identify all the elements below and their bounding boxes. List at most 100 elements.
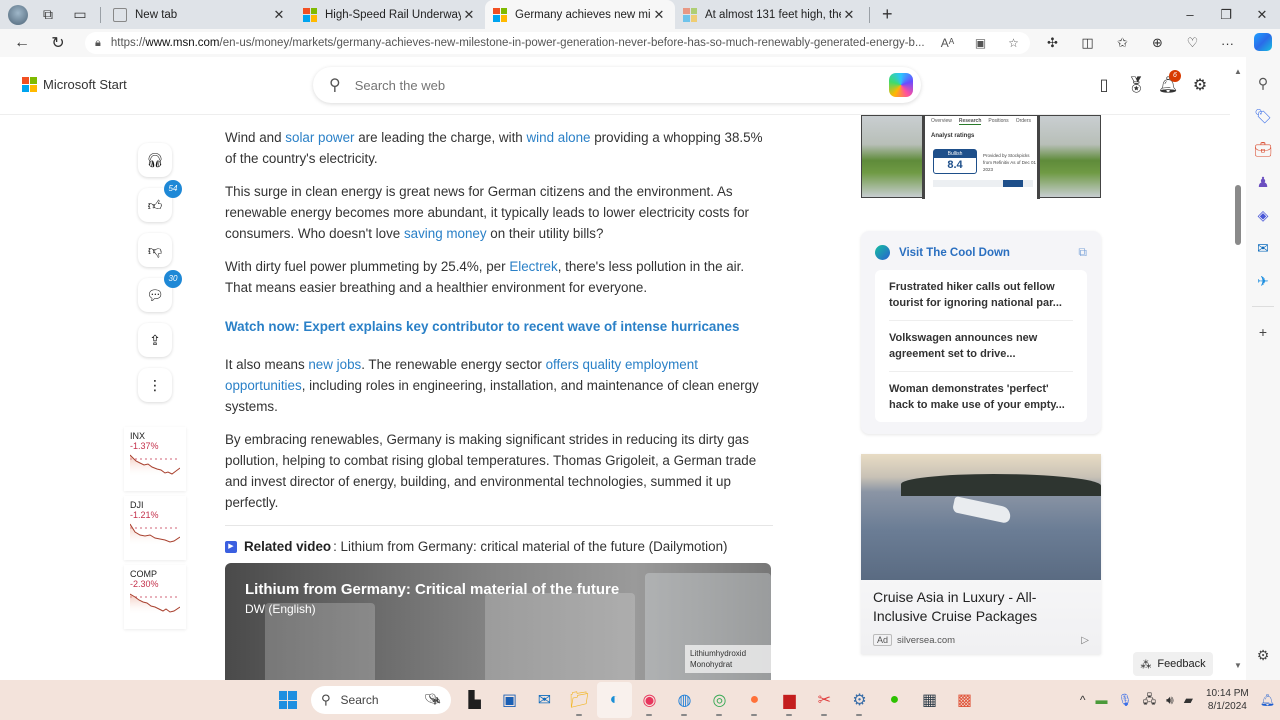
- close-tab-icon[interactable]: ✕: [841, 7, 857, 23]
- copilot-icon[interactable]: [889, 73, 913, 97]
- sidebar-add-icon[interactable]: +: [1259, 315, 1267, 348]
- restore-button[interactable]: ❐: [1208, 7, 1244, 23]
- file-explorer-icon[interactable]: 📁︎: [562, 682, 597, 718]
- tab-new-tab[interactable]: New tab ✕: [105, 0, 295, 29]
- workspaces-icon[interactable]: ⧉: [32, 0, 64, 29]
- list-item[interactable]: Volkswagen announces new agreement set t…: [889, 321, 1073, 372]
- more-menu-icon[interactable]: ···: [1210, 36, 1245, 51]
- immersive-reader-icon[interactable]: ▣: [964, 36, 997, 50]
- close-window-button[interactable]: ✕: [1244, 7, 1280, 23]
- tab-actions-icon[interactable]: ▭: [64, 0, 96, 29]
- wechat-icon[interactable]: ●: [877, 682, 912, 718]
- more-options-button[interactable]: ⋮: [138, 368, 172, 402]
- external-link-icon[interactable]: ⧉: [1078, 245, 1087, 260]
- extensions-icon[interactable]: ✣: [1035, 35, 1070, 51]
- close-tab-icon[interactable]: ✕: [461, 7, 477, 23]
- battery-icon[interactable]: ▰: [1184, 693, 1193, 707]
- show-hidden-icons-icon[interactable]: ^: [1080, 693, 1086, 707]
- scrollbar-thumb[interactable]: [1235, 185, 1241, 245]
- favorite-star-icon[interactable]: ☆: [997, 36, 1030, 50]
- microsoft-start-logo[interactable]: Microsoft Start: [22, 77, 127, 92]
- browser-essentials-icon[interactable]: ♡: [1175, 35, 1210, 51]
- sidebar-m365-icon[interactable]: ◈: [1258, 199, 1269, 232]
- tab-germany-milestone[interactable]: Germany achieves new milestone ✕: [485, 0, 675, 29]
- taskbar-search[interactable]: ⚲ Search 👒︎: [311, 686, 451, 714]
- feedback-button[interactable]: ⁂ Feedback: [1133, 652, 1213, 676]
- notifications-bell-icon[interactable]: 🔔︎ 6: [1152, 70, 1184, 95]
- watch-now-link[interactable]: Watch now: Expert explains key contribut…: [225, 316, 773, 337]
- screen-recorder-icon[interactable]: ◉: [632, 682, 667, 718]
- link-wind-alone[interactable]: wind alone: [526, 130, 590, 145]
- tab-131-feet[interactable]: At almost 131 feet high, the worl ✕: [675, 0, 865, 29]
- new-tab-button[interactable]: +: [882, 4, 893, 25]
- microphone-icon[interactable]: 🎙︎: [1118, 693, 1133, 707]
- sidebar-outlook-icon[interactable]: ✉: [1257, 232, 1269, 265]
- mobile-app-icon[interactable]: ▯: [1088, 75, 1120, 95]
- ad-card[interactable]: Cruise Asia in Luxury - All-Inclusive Cr…: [861, 454, 1101, 654]
- scroll-up-arrow-icon[interactable]: ▲: [1234, 67, 1242, 76]
- volume-icon[interactable]: 🔊︎: [1166, 693, 1174, 708]
- close-tab-icon[interactable]: ✕: [651, 7, 667, 23]
- chrome-icon[interactable]: ◎: [702, 682, 737, 718]
- notification-center-icon[interactable]: 🔔︎: [1260, 693, 1275, 707]
- acrobat-icon[interactable]: ▆: [772, 682, 807, 718]
- list-item[interactable]: Frustrated hiker calls out fellow touris…: [889, 270, 1073, 321]
- settings-gear-icon[interactable]: ⚙: [1184, 75, 1216, 95]
- messaging-app-icon[interactable]: ◍: [667, 682, 702, 718]
- url-field[interactable]: 🔒︎ https://www.msn.com/en-us/money/marke…: [85, 32, 1030, 54]
- link-electrek[interactable]: Electrek: [509, 259, 557, 274]
- dislike-button[interactable]: 👎︎: [138, 233, 172, 267]
- listen-button[interactable]: 🎧︎: [138, 143, 172, 177]
- favorites-icon[interactable]: ✩: [1105, 35, 1140, 51]
- start-button[interactable]: [270, 682, 305, 718]
- refresh-button[interactable]: ↻: [40, 33, 76, 53]
- calendar-icon[interactable]: ▦: [912, 682, 947, 718]
- read-aloud-icon[interactable]: A͏ᴬ: [931, 36, 964, 50]
- share-button[interactable]: ⇪: [138, 323, 172, 357]
- task-view-icon[interactable]: ▙: [457, 682, 492, 718]
- link-solar-power[interactable]: solar power: [285, 130, 354, 145]
- comments-button[interactable]: 💬︎ 30: [138, 270, 182, 312]
- profile-avatar[interactable]: [8, 4, 28, 25]
- link-saving-money[interactable]: saving money: [404, 226, 487, 241]
- clock[interactable]: 10:14 PM 8/1/2024: [1206, 687, 1249, 713]
- settings-app-icon[interactable]: ⚙: [842, 682, 877, 718]
- back-button[interactable]: ←: [4, 34, 40, 52]
- sidebar-games-icon[interactable]: ♟: [1257, 166, 1270, 199]
- related-video-caption[interactable]: ▶ Related video : Lithium from Germany: …: [225, 536, 773, 557]
- split-screen-icon[interactable]: ◫: [1070, 35, 1105, 51]
- sidebar-shopping-tag-icon[interactable]: 🏷︎: [1254, 100, 1272, 133]
- firefox-icon[interactable]: ●: [737, 682, 772, 718]
- lock-icon[interactable]: 🔒︎: [95, 37, 101, 50]
- like-button[interactable]: 👍︎ 54: [138, 180, 182, 222]
- rewards-icon[interactable]: 🏅︎: [1120, 75, 1152, 95]
- search-input[interactable]: [354, 77, 889, 93]
- close-tab-icon[interactable]: ✕: [271, 7, 287, 23]
- ticker-inx[interactable]: INX -1.37%: [124, 427, 186, 491]
- cool-down-header[interactable]: Visit The Cool Down ⧉: [875, 245, 1087, 260]
- collections-icon[interactable]: ⊕: [1140, 35, 1175, 51]
- tab-high-speed-rail[interactable]: High-Speed Rail Underway at W ✕: [295, 0, 485, 29]
- sidebar-tools-icon[interactable]: 💼︎: [1254, 133, 1272, 166]
- sidebar-search-icon[interactable]: ⚲: [1258, 67, 1268, 100]
- scroll-down-arrow-icon[interactable]: ▼: [1234, 661, 1242, 670]
- copilot-browser-icon[interactable]: [1245, 32, 1280, 54]
- colorful-app-icon[interactable]: ▩: [947, 682, 982, 718]
- ticker-comp[interactable]: COMP -2.30%: [124, 565, 186, 629]
- edge-browser-icon[interactable]: ◐: [597, 682, 632, 718]
- video-player[interactable]: Lithium from Germany: Critical material …: [225, 563, 771, 680]
- page-scrollbar[interactable]: ▲ ▼: [1230, 57, 1246, 680]
- promo-image[interactable]: Overview Research Positions Orders Analy…: [861, 115, 1101, 199]
- minimize-button[interactable]: –: [1172, 7, 1208, 23]
- link-new-jobs[interactable]: new jobs: [308, 357, 361, 372]
- list-item[interactable]: Woman demonstrates 'perfect' hack to mak…: [889, 372, 1073, 422]
- microsoft-store-icon[interactable]: ▣: [492, 682, 527, 718]
- network-icon[interactable]: 🖧︎: [1143, 690, 1156, 711]
- tray-app-icon[interactable]: ▬: [1096, 693, 1108, 707]
- sidebar-settings-icon[interactable]: ⚙: [1257, 639, 1270, 672]
- ad-choices-icon[interactable]: ▷: [1081, 635, 1089, 646]
- snipping-tool-icon[interactable]: ✂: [807, 682, 842, 718]
- outlook-icon[interactable]: ✉: [527, 682, 562, 718]
- sidebar-send-icon[interactable]: ✈: [1257, 265, 1269, 298]
- ticker-dji[interactable]: DJI -1.21%: [124, 496, 186, 560]
